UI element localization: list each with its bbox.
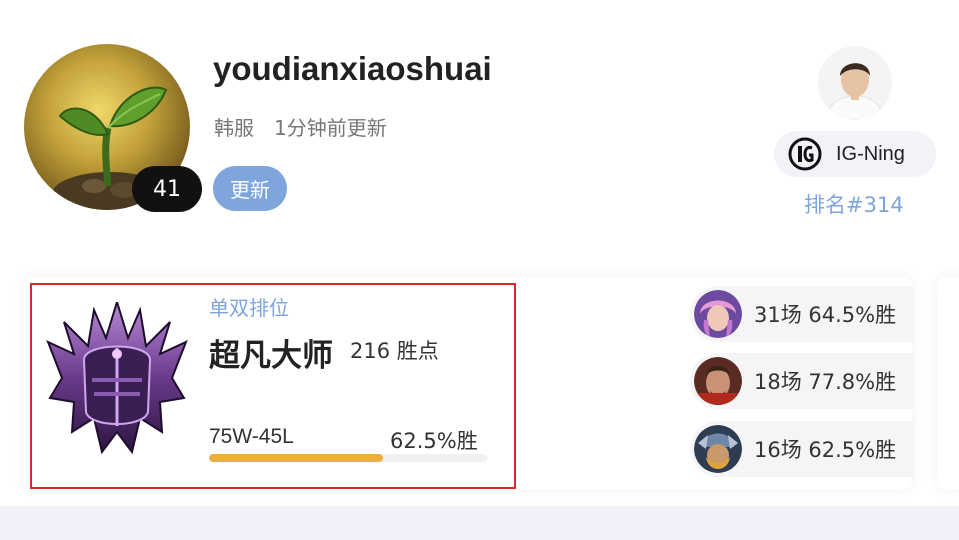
username: youdianxiaoshuai (213, 50, 492, 87)
pro-player-rank[interactable]: 排名#314 (804, 189, 904, 219)
champion-row[interactable]: 18场 77.8%胜 (690, 353, 914, 409)
update-button[interactable]: 更新 (213, 166, 287, 211)
champion-stat: 18场 77.8%胜 (754, 370, 897, 394)
next-section (0, 506, 959, 540)
champion-3-icon (694, 425, 742, 473)
highlight-box (30, 283, 516, 489)
player-photo-icon (818, 46, 892, 120)
champion-row[interactable]: 31场 64.5%胜 (690, 286, 914, 342)
champion-stat: 16场 62.5%胜 (754, 438, 897, 462)
champion-2-icon (694, 357, 742, 405)
profile-meta: 韩服 1分钟前更新 (214, 112, 387, 141)
next-card-peek[interactable] (937, 277, 959, 489)
server-label: 韩服 (214, 116, 254, 140)
champion-stat: 31场 64.5%胜 (754, 303, 897, 327)
updated-time: 1分钟前更新 (274, 116, 387, 140)
champion-row[interactable]: 16场 62.5%胜 (690, 421, 914, 477)
level-badge: 41 (132, 166, 202, 212)
pro-player-tag[interactable]: IG-Ning (774, 131, 936, 177)
pro-player-name: IG-Ning (836, 142, 905, 165)
ig-team-logo-icon (788, 137, 822, 171)
pro-player-avatar[interactable] (818, 46, 892, 120)
champion-1-icon (694, 290, 742, 338)
